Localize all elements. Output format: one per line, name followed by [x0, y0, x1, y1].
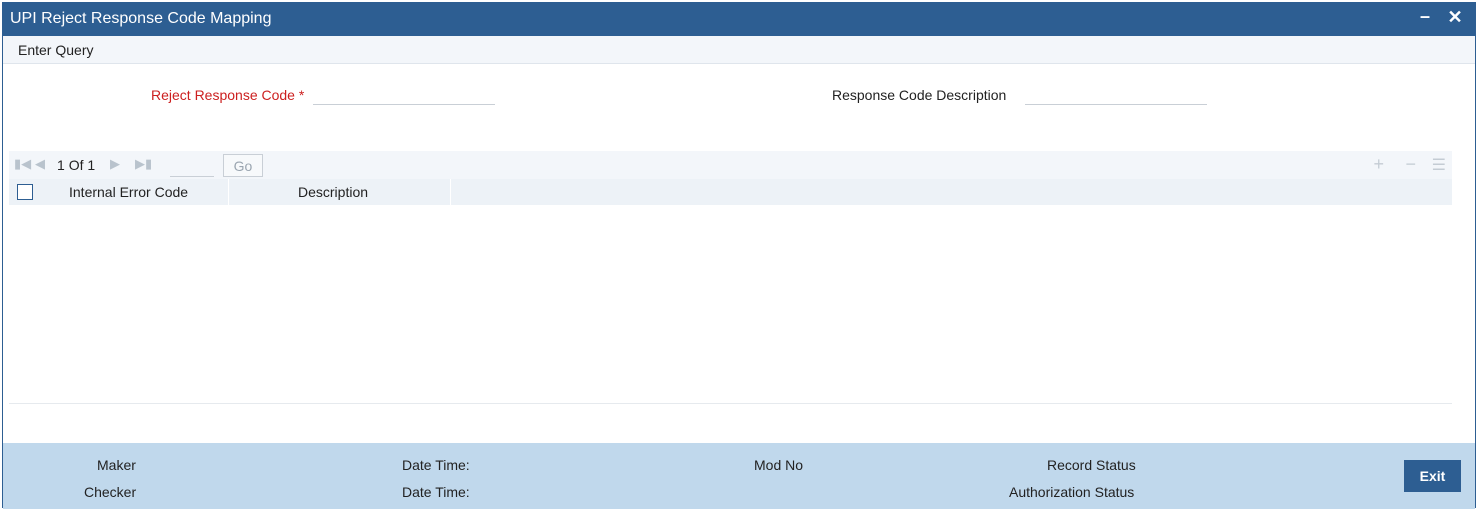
- delete-row-icon[interactable]: −: [1405, 154, 1416, 175]
- menu-bar: Enter Query: [3, 36, 1475, 64]
- select-all-checkbox[interactable]: [17, 184, 33, 200]
- reject-response-code-input[interactable]: [313, 85, 495, 105]
- exit-button[interactable]: Exit: [1404, 460, 1461, 492]
- maker-date-time-label: Date Time:: [402, 457, 470, 473]
- page-number-input[interactable]: [170, 155, 214, 177]
- maker-label: Maker: [97, 457, 136, 473]
- response-code-description-input[interactable]: [1025, 85, 1207, 105]
- last-page-icon[interactable]: ▶▮: [135, 156, 152, 172]
- window-title: UPI Reject Response Code Mapping: [10, 10, 272, 27]
- next-page-icon[interactable]: ▶: [110, 156, 120, 172]
- column-header-internal-error-code[interactable]: Internal Error Code: [43, 179, 229, 205]
- record-status-label: Record Status: [1047, 457, 1136, 473]
- enter-query-menu-item[interactable]: Enter Query: [18, 42, 93, 58]
- upi-reject-response-window: UPI Reject Response Code Mapping – ✕ Ent…: [2, 2, 1476, 509]
- minimize-icon[interactable]: –: [1415, 6, 1435, 27]
- grid-header-row: Internal Error Code Description: [9, 179, 1452, 205]
- reject-response-code-label-text: Reject Response Code: [151, 87, 295, 103]
- go-button[interactable]: Go: [223, 154, 263, 177]
- authorization-status-label: Authorization Status: [1009, 484, 1135, 500]
- column-header-description[interactable]: Description: [229, 179, 451, 205]
- reject-response-code-label: Reject Response Code *: [151, 87, 304, 103]
- mod-no-label: Mod No: [754, 457, 804, 473]
- close-icon[interactable]: ✕: [1445, 7, 1465, 28]
- total-pages: 1: [87, 157, 96, 173]
- prev-page-icon[interactable]: ◀: [35, 156, 45, 172]
- error-code-grid: ▮◀ ◀ 1 Of 1 ▶ ▶▮ Go + − ☰ Internal Error…: [9, 151, 1452, 404]
- page-indicator: 1 Of 1: [57, 157, 95, 173]
- first-page-icon[interactable]: ▮◀: [14, 156, 31, 172]
- add-row-icon[interactable]: +: [1373, 154, 1384, 175]
- current-page: 1: [57, 157, 65, 173]
- title-bar: UPI Reject Response Code Mapping – ✕: [3, 3, 1475, 36]
- list-view-icon[interactable]: ☰: [1432, 155, 1446, 175]
- checker-label: Checker: [84, 484, 137, 500]
- response-code-description-label: Response Code Description: [832, 87, 1007, 103]
- checker-date-time-label: Date Time:: [402, 484, 470, 500]
- required-marker: *: [298, 87, 305, 103]
- of-label: Of: [68, 157, 84, 173]
- grid-pager: ▮◀ ◀ 1 Of 1 ▶ ▶▮ Go + − ☰: [9, 151, 1452, 179]
- audit-footer: Maker Checker Date Time: Date Time: Mod …: [3, 443, 1475, 509]
